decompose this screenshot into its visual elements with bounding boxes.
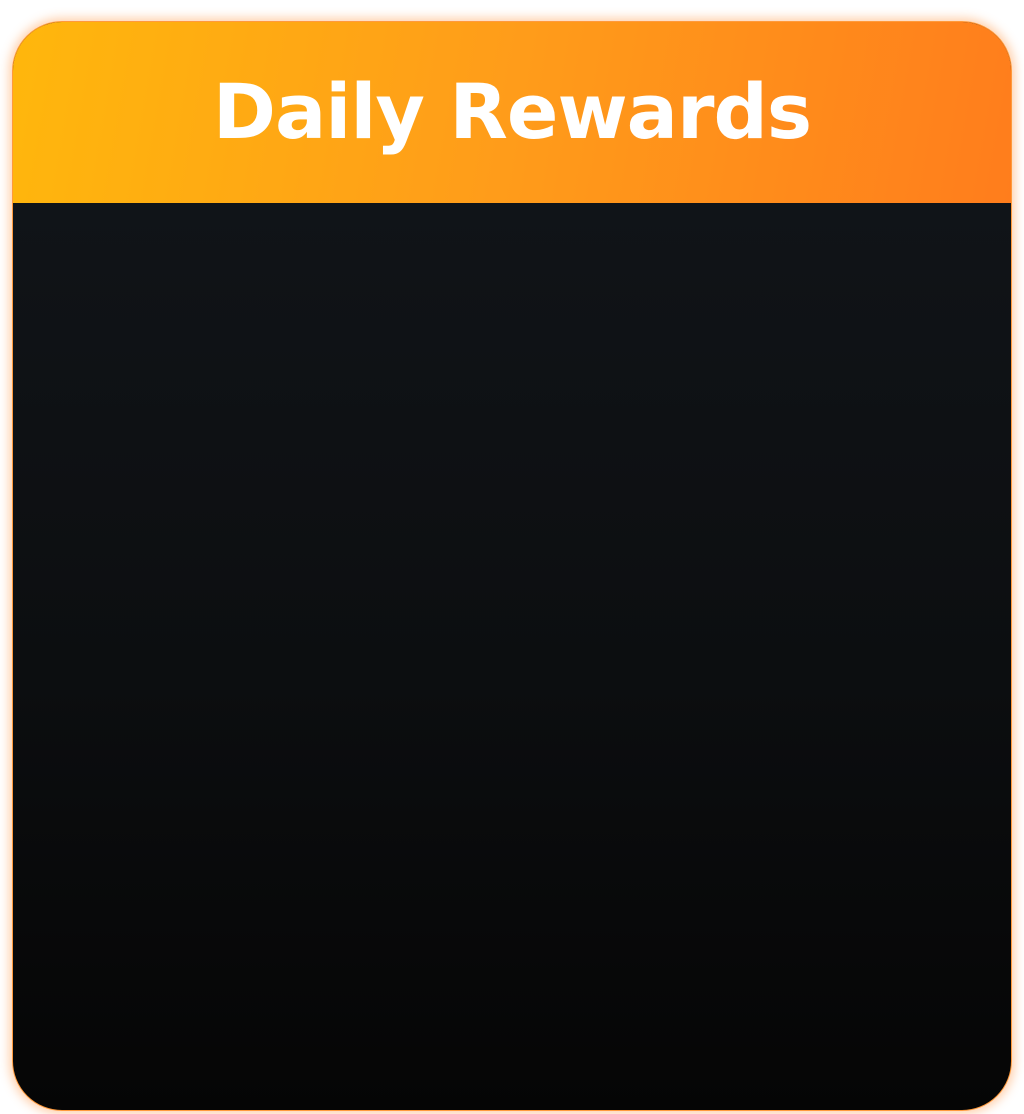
daily-rewards-dialog: Daily Rewards <box>12 21 1012 1111</box>
dialog-header: Daily Rewards <box>13 22 1011 203</box>
rewards-content-area <box>13 203 1011 1110</box>
dialog-title: Daily Rewards <box>212 66 812 156</box>
